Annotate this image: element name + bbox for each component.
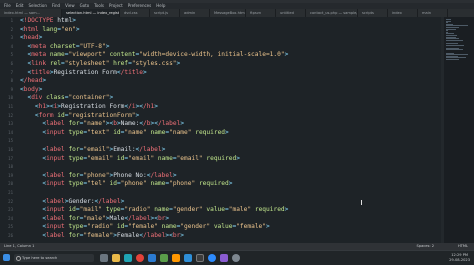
- code-line[interactable]: <title>Registration Form</title>: [20, 69, 146, 77]
- tab-6[interactable]: ftpsvn: [246, 9, 276, 17]
- tab-2[interactable]: dvd.css: [120, 9, 150, 17]
- status-position: Line 1, Column 1: [4, 244, 35, 248]
- minimap-line: [446, 39, 463, 41]
- chrome-browser-icon[interactable]: [136, 254, 144, 262]
- code-line[interactable]: <div class="container">: [20, 95, 113, 102]
- line-number: 14: [8, 129, 13, 135]
- windows-start-icon[interactable]: [3, 254, 10, 261]
- line-number: 23: [8, 207, 13, 213]
- code-line[interactable]: <input type="text" id="name" name="name"…: [20, 129, 228, 137]
- line-number: 2: [10, 26, 13, 32]
- status-syntax[interactable]: HTML: [458, 243, 468, 250]
- line-number: 13: [8, 121, 13, 127]
- clock-date: 29-08-2023: [449, 258, 470, 262]
- minimap-line: [446, 44, 464, 46]
- code-line[interactable]: <input type="radio" id="female" name="ge…: [20, 224, 269, 231]
- code-line[interactable]: <meta charset="UTF-8">: [20, 43, 109, 51]
- line-number: 7: [10, 69, 13, 75]
- line-number: 17: [8, 155, 13, 161]
- code-line[interactable]: <label for="male">Male</label><br>: [20, 215, 169, 223]
- code-line[interactable]: </head>: [20, 77, 46, 85]
- code-line[interactable]: <body>: [20, 86, 42, 94]
- line-number: 9: [10, 86, 13, 92]
- line-number: 3: [10, 35, 13, 41]
- minimap-line: [446, 59, 460, 60]
- code-line[interactable]: <label for="phone">Phone No:</label>: [20, 172, 176, 180]
- code-line[interactable]: <link rel="stylesheet" href="styles.css"…: [20, 60, 180, 68]
- minimap[interactable]: [444, 17, 474, 243]
- code-line[interactable]: <form id="registrationForm">: [20, 112, 139, 120]
- editor-area[interactable]: 1 2 3 4 5 6 7 8 9 10 11 12 13 14 15 16 17 18 19 20 21 22 23 24 2…: [0, 17, 474, 243]
- search-placeholder: Type here to search: [22, 256, 58, 260]
- code-line[interactable]: <label for="female">Female</label><br>: [20, 232, 184, 240]
- code-line[interactable]: <input id="mail" type="radio" name="gend…: [20, 206, 288, 214]
- tab-1[interactable]: selection.html — index_registration: [62, 9, 120, 17]
- tab-8[interactable]: contact_us.php — sample/frontend: [306, 9, 358, 17]
- store-icon[interactable]: [160, 254, 168, 262]
- vscode-icon[interactable]: [184, 254, 192, 262]
- code-line[interactable]: <label>Gender:</label>: [20, 198, 124, 206]
- code-line[interactable]: <h1><i>Registration Form</i></h1>: [20, 103, 158, 111]
- task-view-icon[interactable]: [100, 254, 108, 262]
- terminal-icon[interactable]: [196, 254, 204, 262]
- line-number: 25: [8, 224, 13, 230]
- tab-5[interactable]: MessageBox.html: [210, 9, 246, 17]
- minimap-line: [446, 49, 464, 51]
- code-line[interactable]: <input type="tel" id="phone" name="phone…: [20, 181, 232, 188]
- tab-4[interactable]: admin: [180, 9, 210, 17]
- code-line[interactable]: <head>: [20, 34, 42, 42]
- zoom-icon[interactable]: [208, 254, 216, 262]
- edge-browser-icon[interactable]: [124, 254, 132, 262]
- line-number: 24: [8, 215, 13, 221]
- line-number: 18: [8, 164, 13, 170]
- status-indentation[interactable]: Spaces: 2: [417, 243, 434, 250]
- settings-icon[interactable]: [232, 254, 240, 262]
- line-number: 22: [8, 198, 13, 204]
- tab-11[interactable]: main: [418, 9, 448, 17]
- sublime-text-icon[interactable]: [172, 254, 180, 262]
- line-number: 16: [8, 147, 13, 152]
- line-number-gutter: 1 2 3 4 5 6 7 8 9 10 11 12 13 14 15 16 17 18 19 20 21 22 23 24 2…: [0, 17, 14, 243]
- line-number: 12: [8, 112, 13, 118]
- line-number: 21: [8, 190, 13, 195]
- file-explorer-icon[interactable]: [112, 254, 120, 262]
- tab-9[interactable]: scripts: [358, 9, 388, 17]
- clock-time: 12:29 PM: [451, 253, 468, 257]
- text-cursor: [361, 200, 362, 205]
- line-number: 5: [10, 52, 13, 58]
- taskbar-search-input[interactable]: Type here to search: [14, 254, 94, 262]
- line-number: 26: [8, 233, 13, 238]
- line-number: 20: [8, 181, 13, 187]
- tab-7[interactable]: untitled: [276, 9, 306, 17]
- mail-icon[interactable]: [148, 254, 156, 262]
- line-number: 8: [10, 78, 13, 84]
- code-line[interactable]: <html lang="en">: [20, 26, 80, 34]
- line-number: 19: [8, 172, 13, 178]
- photos-icon[interactable]: [220, 254, 228, 262]
- code-line[interactable]: <label for="name"><b>Name:</b></label>: [20, 120, 184, 128]
- code-line[interactable]: <label for="email">Email:</label>: [20, 146, 165, 154]
- tab-10[interactable]: index: [388, 9, 418, 17]
- line-number: 11: [8, 104, 13, 109]
- tab-bar: index.html — sam... selection.html — inde…: [0, 9, 474, 17]
- line-number: 15: [8, 138, 13, 144]
- tab-0[interactable]: index.html — sam...: [0, 9, 62, 17]
- status-bar: Line 1, Column 1 Spaces: 2 HTML: [0, 243, 474, 250]
- line-number: 4: [10, 43, 13, 49]
- tab-3[interactable]: script.js: [150, 9, 180, 17]
- search-icon: [16, 256, 21, 261]
- code-line[interactable]: <!DOCTYPE html>: [20, 17, 76, 25]
- code-line[interactable]: <meta name="viewport" content="width=dev…: [20, 52, 288, 59]
- windows-taskbar: Type here to search 12:29 PM 29-08-2023: [0, 250, 474, 265]
- line-number: 6: [10, 61, 13, 66]
- code-line[interactable]: <input type="email" id="email" name="ema…: [20, 155, 240, 163]
- line-number: 10: [8, 95, 13, 101]
- line-number: 1: [10, 18, 13, 23]
